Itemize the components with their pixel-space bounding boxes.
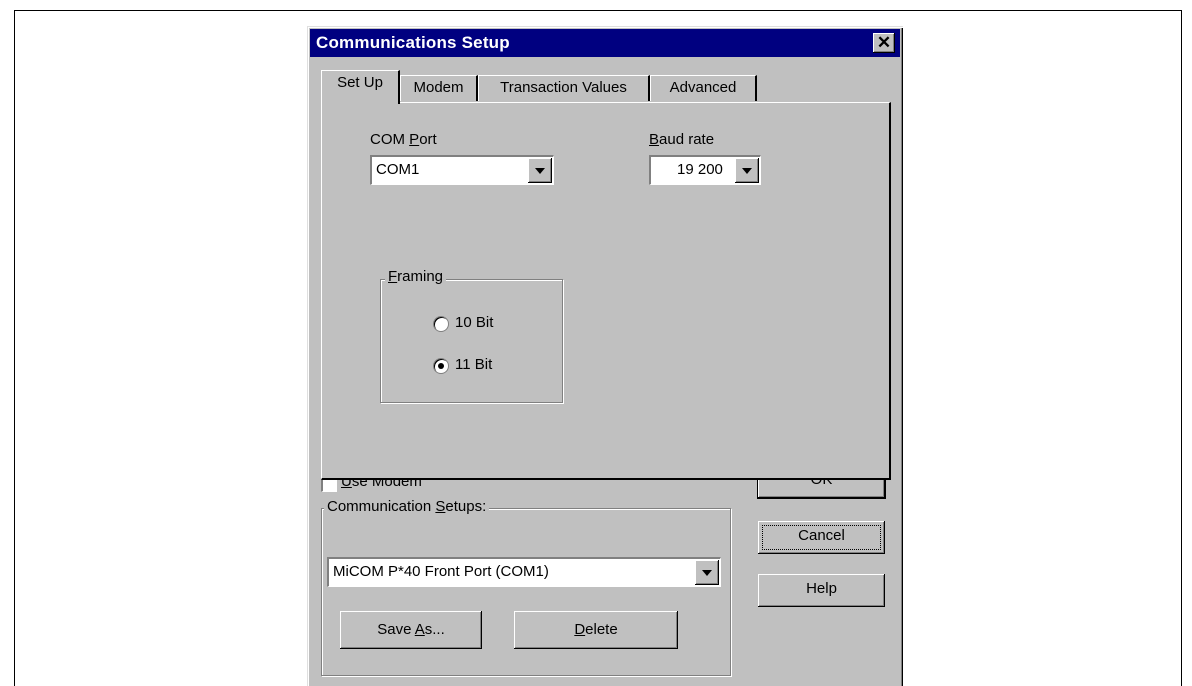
communication-setups-label: Communication Setups: [324,498,490,515]
tab-label: Modem [413,79,464,96]
communication-setups-value: MiCOM P*40 Front Port (COM1) [333,563,549,580]
document-frame-left [14,10,15,686]
title-bar: Communications Setup ✕ [310,29,900,57]
radio-selected-dot [438,363,444,369]
baud-rate-label: Baud rate [649,131,715,148]
chevron-down-icon[interactable] [735,158,759,183]
com-port-value: COM1 [376,161,420,178]
save-as-button[interactable]: Save As... [340,611,482,649]
communication-setups-select[interactable]: MiCOM P*40 Front Port (COM1) [327,557,721,587]
document-frame-right [1181,10,1182,686]
delete-button[interactable]: Delete [514,611,678,649]
framing-10bit-label: 10 Bit [455,314,494,331]
chevron-down-icon[interactable] [695,560,719,585]
tab-set-up[interactable]: Set Up [321,70,400,104]
tab-advanced[interactable]: Advanced [650,75,757,101]
cancel-button[interactable]: Cancel [758,521,885,554]
com-port-select[interactable]: COM1 [370,155,554,185]
framing-10bit-radio[interactable] [433,316,449,332]
setup-tab-panel: COM Port COM1 Baud rate 19 200 Framing 1… [321,102,891,480]
close-icon: ✕ [876,33,892,52]
baud-rate-select[interactable]: 19 200 [649,155,761,185]
cancel-label: Cancel [798,527,845,544]
framing-group: Framing 10 Bit 11 Bit [380,268,563,403]
tab-label: Set Up [337,74,383,91]
dialog-title: Communications Setup [316,33,510,52]
tab-transaction-values[interactable]: Transaction Values [478,75,650,101]
tab-label: Transaction Values [500,79,627,96]
framing-11bit-radio[interactable] [433,358,449,374]
communications-setup-dialog: Communications Setup ✕ Set Up Modem Tran… [307,26,903,686]
tab-modem[interactable]: Modem [400,75,478,101]
framing-label: Framing [385,268,447,285]
chevron-down-icon[interactable] [528,158,552,183]
help-label: Help [806,580,837,597]
baud-rate-value: 19 200 [677,161,723,178]
tab-label: Advanced [669,79,737,96]
framing-11bit-label: 11 Bit [455,356,493,373]
com-port-label: COM Port [370,131,437,148]
close-button[interactable]: ✕ [873,33,895,53]
help-button[interactable]: Help [758,574,885,607]
document-frame-top [14,10,1182,11]
communication-setups-group: Communication Setups: MiCOM P*40 Front P… [321,498,731,676]
